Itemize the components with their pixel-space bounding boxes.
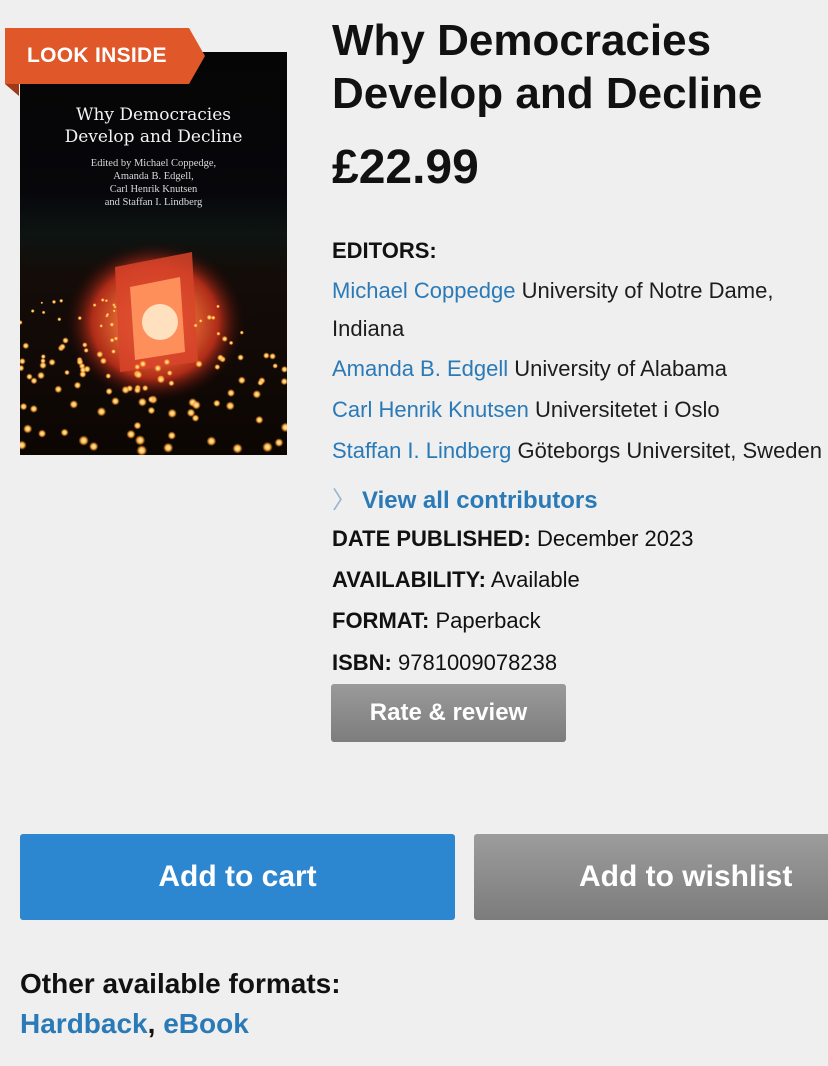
editor-affiliation: Göteborgs Universitet, Sweden — [511, 438, 823, 463]
editor-affiliation: Indiana — [332, 316, 405, 341]
format-link-ebook[interactable]: eBook — [163, 1008, 249, 1039]
format-separator: , — [147, 1008, 164, 1039]
rate-review-button[interactable]: Rate & review — [331, 684, 566, 742]
editors-label: EDITORS: — [332, 238, 437, 263]
editor-affiliation: Universitetet i Oslo — [528, 397, 720, 422]
badge-fold — [5, 84, 19, 96]
add-to-wishlist-button[interactable]: Add to wishlist — [474, 834, 828, 920]
isbn: ISBN: 9781009078238 — [332, 650, 557, 676]
view-all-contributors-link[interactable]: 〉 View all contributors — [332, 480, 598, 515]
isbn-label: ISBN: — [332, 650, 392, 675]
editor-item: Carl Henrik Knutsen Universitetet i Oslo — [332, 397, 720, 423]
editor-link[interactable]: Carl Henrik Knutsen — [332, 397, 529, 422]
format-link-hardback[interactable]: Hardback — [20, 1008, 148, 1039]
other-formats-label: Other available formats: — [20, 968, 341, 999]
chevron-right-icon: 〉 — [332, 487, 356, 514]
editor-item: Amanda B. Edgell University of Alabama — [332, 356, 727, 382]
availability: AVAILABILITY: Available — [332, 567, 580, 593]
availability-value: Available — [485, 567, 580, 592]
editor-item: Staffan I. Lindberg Göteborgs Universite… — [332, 438, 822, 464]
cover-title: Why Democracies Develop and Decline — [64, 105, 243, 147]
editor-affiliation: University of Notre Dame, — [515, 278, 774, 303]
editor-item: Michael Coppedge University of Notre Dam… — [332, 278, 773, 304]
look-inside-badge[interactable]: LOOK INSIDE — [5, 28, 205, 84]
price: £22.99 — [332, 141, 479, 194]
editor-affiliation: University of Alabama — [508, 356, 727, 381]
date-published-label: DATE PUBLISHED: — [332, 526, 531, 551]
format-value: Paperback — [429, 608, 541, 633]
format-label: FORMAT: — [332, 608, 430, 633]
other-formats-list: Hardback, eBook — [20, 1008, 249, 1040]
date-published-value: December 2023 — [530, 526, 694, 551]
format: FORMAT: Paperback — [332, 608, 541, 634]
isbn-value: 9781009078238 — [391, 650, 558, 675]
book-cover[interactable]: Why Democracies Develop and Decline Edit… — [20, 52, 287, 455]
cover-editors: Edited by Michael Coppedge, Amanda B. Ed… — [90, 158, 217, 208]
editor-link[interactable]: Staffan I. Lindberg — [332, 438, 511, 463]
date-published: DATE PUBLISHED: December 2023 — [332, 526, 693, 552]
book-title-line2: Develop and Decline — [332, 69, 763, 118]
add-to-cart-button[interactable]: Add to cart — [20, 834, 455, 920]
editor-link[interactable]: Michael Coppedge — [332, 278, 515, 303]
editor-affiliation-continued: Indiana — [332, 316, 404, 342]
book-title: Why Democracies Develop and Decline — [332, 14, 762, 120]
availability-label: AVAILABILITY: — [332, 567, 486, 592]
book-title-line1: Why Democracies — [332, 16, 712, 65]
editor-link[interactable]: Amanda B. Edgell — [332, 356, 508, 381]
view-all-label: View all contributors — [362, 487, 598, 514]
